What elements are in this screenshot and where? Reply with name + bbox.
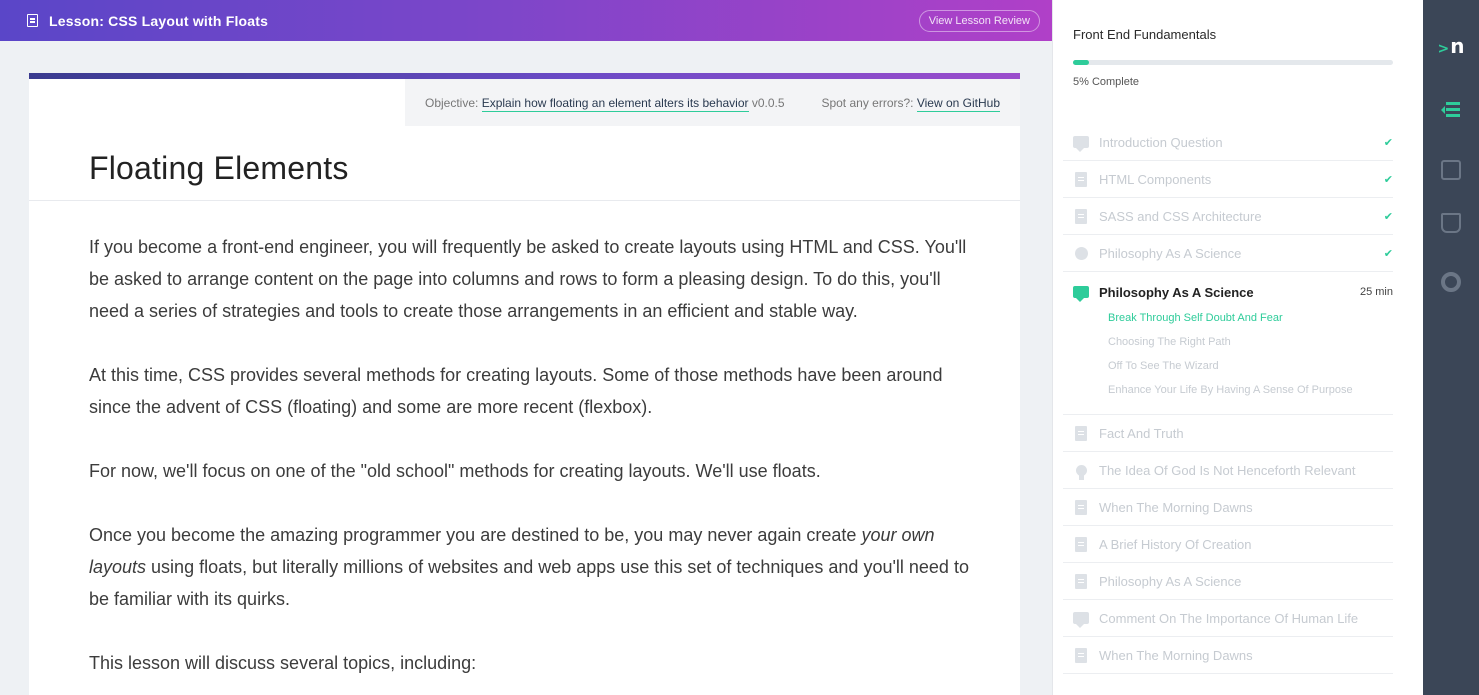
- list-item[interactable]: HTML Components ✔: [1063, 161, 1393, 198]
- check-icon: ✔: [1383, 247, 1393, 260]
- document-icon: [1073, 536, 1089, 552]
- view-on-github-link[interactable]: View on GitHub: [916, 95, 1000, 112]
- lesson-duration: 25 min: [1359, 286, 1393, 298]
- active-lesson-row: Philosophy As A Science 25 min: [1073, 284, 1393, 302]
- heading-section: Floating Elements: [29, 126, 1020, 201]
- course-sidebar: Front End Fundamentals 5% Complete Intro…: [1052, 0, 1423, 695]
- chat-icon: [1073, 610, 1089, 628]
- list-item[interactable]: The Idea Of God Is Not Henceforth Releva…: [1063, 452, 1393, 489]
- list-item[interactable]: Philosophy As A Science: [1063, 563, 1393, 600]
- active-lesson-label: Philosophy As A Science: [1099, 284, 1254, 300]
- list-item[interactable]: Philosophy As A Science ✔: [1063, 235, 1393, 272]
- lesson-label: HTML Components: [1099, 171, 1212, 187]
- lesson-header: Lesson: CSS Layout with Floats View Less…: [0, 0, 1052, 41]
- list-item[interactable]: When The Morning Dawns: [1063, 489, 1393, 526]
- chat-icon: [1073, 284, 1089, 302]
- document-icon: [1073, 425, 1089, 441]
- document-icon: [1073, 573, 1089, 589]
- sub-lesson-item[interactable]: Enhance Your Life By Having A Sense Of P…: [1108, 378, 1393, 402]
- check-icon: ✔: [1383, 173, 1393, 186]
- list-item[interactable]: Comment On The Importance Of Human Life: [1063, 600, 1393, 637]
- list-item[interactable]: Introduction Question ✔: [1063, 124, 1393, 161]
- lesson-label: Introduction Question: [1099, 134, 1223, 150]
- lesson-label: The Idea Of God Is Not Henceforth Releva…: [1099, 462, 1356, 478]
- check-icon: ✔: [1383, 210, 1393, 223]
- list-item[interactable]: A Brief History Of Creation: [1063, 526, 1393, 563]
- book-button[interactable]: [1423, 208, 1479, 238]
- lesson-list: Introduction Question ✔ HTML Components …: [1063, 124, 1393, 674]
- chevron-right-icon: >: [1437, 41, 1450, 57]
- paragraph: At this time, CSS provides several metho…: [89, 365, 943, 417]
- course-progress-bar: [1073, 60, 1393, 65]
- view-lesson-review-button[interactable]: View Lesson Review: [918, 9, 1040, 32]
- list-item[interactable]: SASS and CSS Architecture ✔: [1063, 198, 1393, 235]
- lesson-body: If you become a front-end engineer, you …: [89, 231, 969, 695]
- paragraph: This lesson will discuss several topics,…: [89, 653, 477, 673]
- objective-label: Objective:: [425, 95, 479, 110]
- version-label: v0.0.5: [751, 95, 785, 110]
- sub-lesson-item[interactable]: Choosing The Right Path: [1108, 330, 1393, 354]
- course-progress-fill: [1073, 60, 1089, 65]
- lesson-label: SASS and CSS Architecture: [1099, 208, 1262, 224]
- lesson-label: Philosophy As A Science: [1099, 573, 1242, 589]
- list-item[interactable]: When The Morning Dawns: [1063, 637, 1393, 674]
- course-title: Front End Fundamentals: [1073, 27, 1217, 42]
- errors-text: Spot any errors?: View on GitHub: [821, 95, 1000, 112]
- lesson-content-card: Objective: Explain how floating an eleme…: [29, 73, 1020, 695]
- sub-lesson-item[interactable]: Off To See The Wizard: [1108, 354, 1393, 378]
- nav-rail: >n: [1423, 0, 1479, 695]
- lesson-label: A Brief History Of Creation: [1099, 536, 1252, 552]
- course-outline-icon: [1441, 100, 1461, 120]
- paragraph: If you become a front-end engineer, you …: [89, 237, 967, 321]
- lesson-label: Comment On The Importance Of Human Life: [1099, 610, 1359, 626]
- lightbulb-icon: [1073, 462, 1089, 480]
- paragraph: For now, we'll focus on one of the "old …: [89, 461, 821, 481]
- lesson-label: When The Morning Dawns: [1099, 499, 1253, 515]
- course-outline-button[interactable]: [1423, 95, 1479, 125]
- objective-text: Objective: Explain how floating an eleme…: [425, 95, 785, 112]
- logo-mark: >n: [1438, 34, 1465, 58]
- logo[interactable]: >n: [1423, 31, 1479, 61]
- lesson-title: Lesson: CSS Layout with Floats: [49, 12, 269, 29]
- lesson-label: Fact And Truth: [1099, 425, 1184, 441]
- book-icon: [1441, 213, 1461, 233]
- errors-label: Spot any errors?:: [821, 95, 914, 110]
- paragraph-text: Once you become the amazing programmer y…: [89, 525, 862, 545]
- paragraph: Once you become the amazing programmer y…: [89, 519, 969, 615]
- objective-link[interactable]: Explain how floating an element alters i…: [481, 95, 749, 112]
- document-icon: [1073, 647, 1089, 663]
- list-item[interactable]: Fact And Truth: [1063, 415, 1393, 452]
- paragraph-text: using floats, but literally millions of …: [89, 557, 969, 609]
- document-icon: [1073, 499, 1089, 515]
- document-icon: [27, 14, 38, 27]
- terminal-button[interactable]: [1423, 155, 1479, 185]
- document-icon: [1073, 171, 1089, 187]
- check-icon: ✔: [1383, 136, 1393, 149]
- terminal-icon: [1441, 160, 1461, 180]
- sub-lesson-list: Break Through Self Doubt And Fear Choosi…: [1108, 306, 1393, 402]
- complete-text: 5% Complete: [1073, 76, 1140, 88]
- lesson-label: When The Morning Dawns: [1099, 647, 1253, 663]
- sub-lesson-item[interactable]: Break Through Self Doubt And Fear: [1108, 306, 1393, 330]
- page-title: Floating Elements: [89, 150, 349, 186]
- help-button[interactable]: [1423, 267, 1479, 297]
- active-lesson[interactable]: Philosophy As A Science 25 min Break Thr…: [1063, 272, 1393, 415]
- objective-bar: Objective: Explain how floating an eleme…: [405, 79, 1020, 126]
- chat-icon: [1073, 134, 1089, 152]
- document-icon: [1073, 208, 1089, 224]
- apple-icon: [1073, 245, 1089, 261]
- lesson-label: Philosophy As A Science: [1099, 245, 1242, 261]
- help-ring-icon: [1441, 272, 1461, 292]
- logo-letter: n: [1450, 34, 1465, 58]
